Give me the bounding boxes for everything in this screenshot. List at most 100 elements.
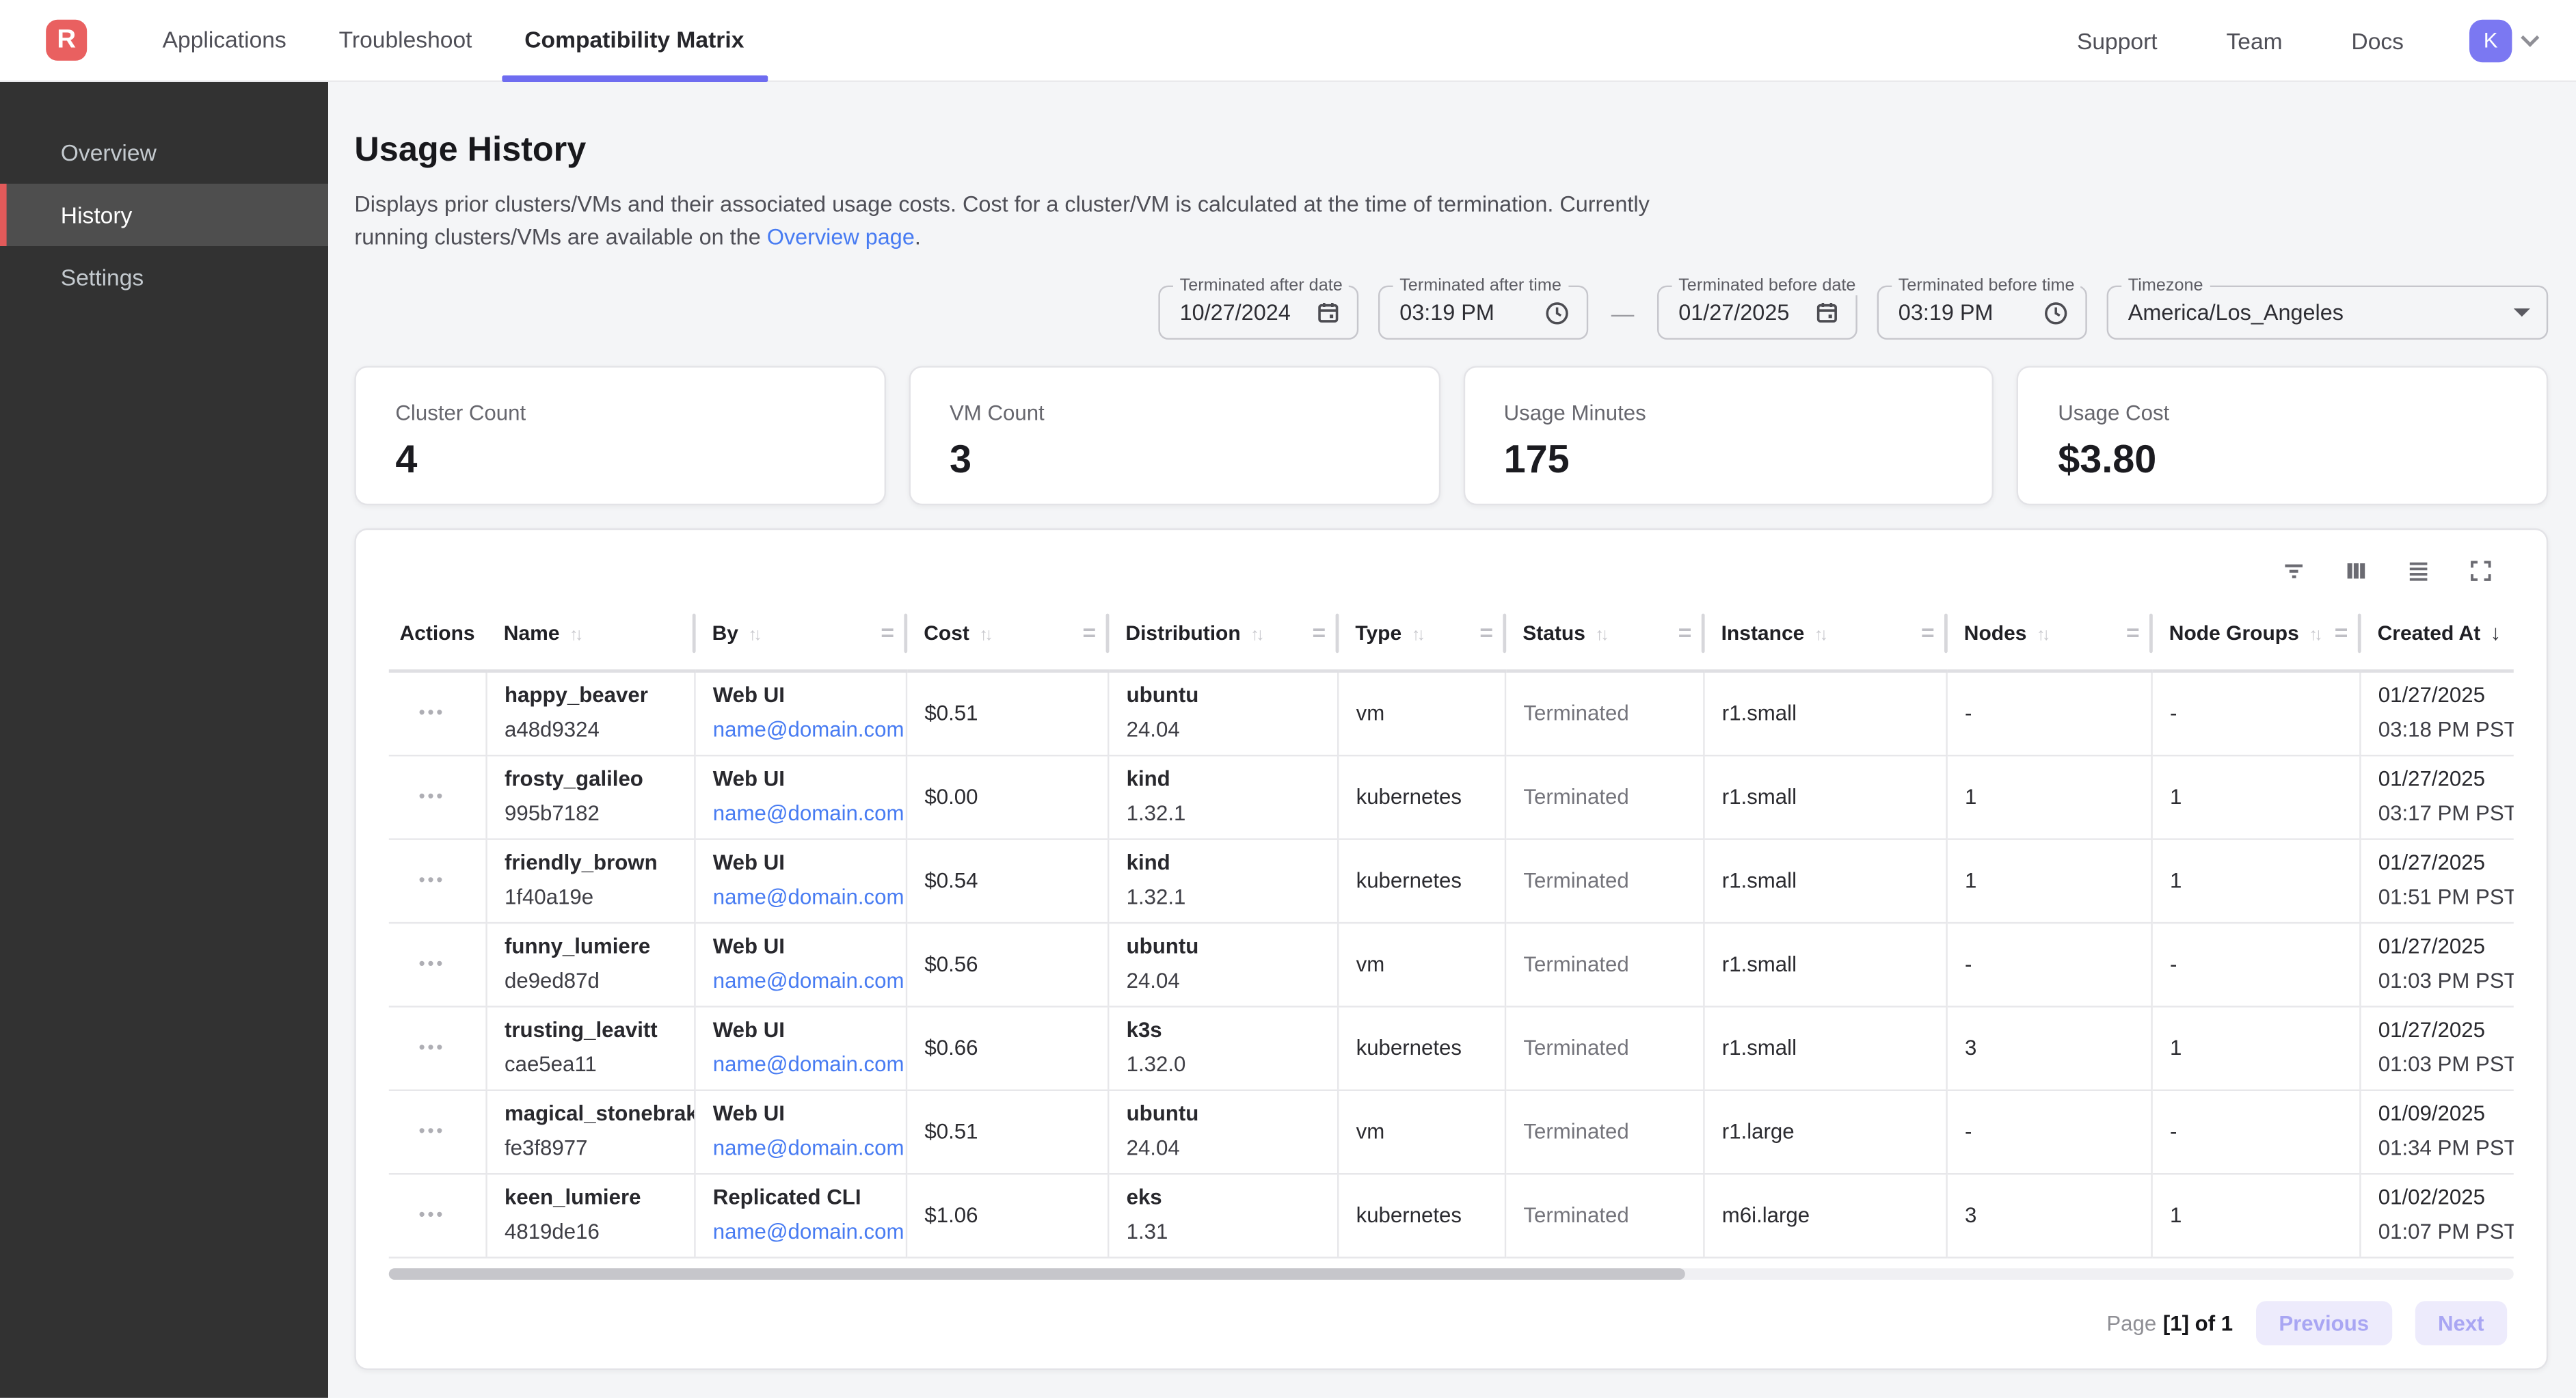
- distribution-version: 1.31: [1127, 1219, 1327, 1245]
- column-resize-handle[interactable]: =: [1083, 618, 1097, 644]
- usage-table-card: ActionsName↑↓By↑↓=Cost↑↓=Distribution↑↓=…: [354, 528, 2548, 1369]
- previous-page-button[interactable]: Previous: [2256, 1300, 2392, 1345]
- column-resize-handle[interactable]: =: [1313, 618, 1326, 644]
- cell-status: Terminated: [1505, 922, 1703, 1006]
- cell-by: Web UI name@domain.com: [694, 922, 906, 1006]
- cluster-name: funny_lumiere: [505, 934, 684, 960]
- cell-instance: r1.small: [1703, 838, 1946, 922]
- column-header-status[interactable]: Status↑↓=: [1505, 595, 1703, 671]
- terminated-after-date-input[interactable]: Terminated after date 10/27/2024: [1158, 286, 1358, 340]
- app-window: R Applications Troubleshoot Compatibilit…: [0, 0, 2576, 1398]
- nav-link-team[interactable]: Team: [2216, 27, 2292, 53]
- next-page-button[interactable]: Next: [2415, 1300, 2507, 1345]
- cost-value: $1.06: [924, 1202, 1097, 1227]
- column-resize-handle[interactable]: =: [2335, 618, 2348, 644]
- terminated-before-time-input[interactable]: Terminated before time 03:19 PM: [1877, 286, 2087, 340]
- created-by-source: Web UI: [713, 934, 895, 960]
- cell-name: happy_beavera48d9324: [485, 671, 694, 755]
- created-by-email-link[interactable]: name@domain.com: [713, 801, 895, 826]
- cell-node_groups: 1: [2151, 755, 2359, 838]
- created-by-source: Web UI: [713, 1017, 895, 1043]
- created-by-email-link[interactable]: name@domain.com: [713, 885, 895, 911]
- terminated-before-date-input[interactable]: Terminated before date 01/27/2025: [1657, 286, 1857, 340]
- nav-link-support[interactable]: Support: [2067, 27, 2168, 53]
- sort-icon[interactable]: ↑↓: [979, 624, 990, 644]
- instance-value: r1.large: [1722, 1119, 1935, 1144]
- sidebar-item-history[interactable]: History: [0, 184, 328, 246]
- app-logo[interactable]: R: [46, 20, 87, 61]
- column-header-nodes[interactable]: Nodes↑↓=: [1946, 595, 2151, 671]
- columns-icon[interactable]: [2343, 558, 2369, 584]
- table-row: •••happy_beavera48d9324Web UIname@domain…: [389, 671, 2514, 755]
- nav-link-docs[interactable]: Docs: [2342, 27, 2413, 53]
- column-header-by[interactable]: By↑↓=: [694, 595, 906, 671]
- timezone-select[interactable]: Timezone America/Los_Angeles: [2107, 286, 2549, 340]
- cell-created_at: 01/27/202503:18 PM PST: [2359, 671, 2514, 755]
- cluster-id: fe3f8977: [505, 1135, 684, 1161]
- sort-icon[interactable]: ↑↓: [1814, 624, 1825, 644]
- column-resize-handle[interactable]: =: [1479, 618, 1493, 644]
- sort-icon[interactable]: ↑↓: [1412, 624, 1423, 644]
- calendar-icon[interactable]: [1814, 300, 1839, 325]
- avatar[interactable]: K: [2469, 19, 2512, 62]
- column-header-name[interactable]: Name↑↓: [485, 595, 694, 671]
- cell-status: Terminated: [1505, 755, 1703, 838]
- sort-descending-icon[interactable]: ↓: [2491, 620, 2501, 645]
- created-time: 01:03 PM PST: [2378, 968, 2504, 994]
- sort-icon[interactable]: ↑↓: [748, 624, 759, 644]
- column-header-instance[interactable]: Instance↑↓=: [1703, 595, 1946, 671]
- created-time: 01:07 PM PST: [2378, 1219, 2504, 1245]
- filter-bar: Terminated after date 10/27/2024 Termina…: [354, 286, 2548, 340]
- tab-troubleshoot[interactable]: Troubleshoot: [312, 0, 498, 81]
- account-menu[interactable]: K: [2469, 19, 2536, 62]
- stat-label: Usage Minutes: [1504, 401, 1953, 425]
- row-actions-button[interactable]: •••: [389, 1121, 475, 1141]
- tab-applications[interactable]: Applications: [136, 0, 312, 81]
- row-actions-button[interactable]: •••: [389, 703, 475, 723]
- column-header-node_groups[interactable]: Node Groups↑↓=: [2151, 595, 2359, 671]
- cell-cost: $0.56: [906, 922, 1108, 1006]
- column-header-type[interactable]: Type↑↓=: [1337, 595, 1505, 671]
- column-header-created_at[interactable]: Created At↓: [2359, 595, 2514, 671]
- sort-icon[interactable]: ↑↓: [2037, 624, 2048, 644]
- sort-icon[interactable]: ↑↓: [1250, 624, 1261, 644]
- column-header-distribution[interactable]: Distribution↑↓=: [1108, 595, 1337, 671]
- column-resize-handle[interactable]: =: [881, 618, 894, 644]
- created-time: 03:18 PM PST: [2378, 717, 2504, 743]
- sidebar-item-settings[interactable]: Settings: [0, 246, 328, 308]
- sort-icon[interactable]: ↑↓: [1595, 624, 1606, 644]
- row-actions-button[interactable]: •••: [389, 870, 475, 890]
- column-label: Cost: [924, 621, 969, 644]
- type-value: kubernetes: [1356, 784, 1494, 809]
- column-header-cost[interactable]: Cost ↑↓ =: [906, 595, 1108, 671]
- horizontal-scrollbar-track[interactable]: [389, 1267, 2514, 1279]
- cluster-name: frosty_galileo: [505, 766, 684, 792]
- row-actions-button[interactable]: •••: [389, 1038, 475, 1058]
- cell-instance: m6i.large: [1703, 1173, 1946, 1256]
- created-by-email-link[interactable]: name@domain.com: [713, 1219, 895, 1245]
- created-by-email-link[interactable]: name@domain.com: [713, 968, 895, 994]
- row-actions-button[interactable]: •••: [389, 954, 475, 974]
- column-resize-handle[interactable]: =: [2126, 618, 2140, 644]
- sidebar-item-overview[interactable]: Overview: [0, 122, 328, 184]
- terminated-after-time-input[interactable]: Terminated after time 03:19 PM: [1378, 286, 1588, 340]
- created-by-email-link[interactable]: name@domain.com: [713, 717, 895, 743]
- calendar-icon[interactable]: [1316, 300, 1341, 325]
- density-icon[interactable]: [2405, 558, 2431, 584]
- clock-icon[interactable]: [1544, 299, 1570, 325]
- column-resize-handle[interactable]: =: [1678, 618, 1692, 644]
- overview-page-link[interactable]: Overview page: [767, 225, 915, 250]
- clock-icon[interactable]: [2043, 299, 2069, 325]
- fullscreen-icon[interactable]: [2468, 558, 2494, 584]
- row-actions-button[interactable]: •••: [389, 1205, 475, 1225]
- row-actions-button[interactable]: •••: [389, 787, 475, 807]
- horizontal-scrollbar-thumb[interactable]: [389, 1267, 1685, 1279]
- tab-compatibility-matrix[interactable]: Compatibility Matrix: [498, 0, 770, 81]
- created-by-email-link[interactable]: name@domain.com: [713, 1135, 895, 1161]
- created-by-email-link[interactable]: name@domain.com: [713, 1051, 895, 1077]
- column-resize-handle[interactable]: =: [1921, 618, 1935, 644]
- filter-icon[interactable]: [2281, 558, 2307, 584]
- sort-icon[interactable]: ↑↓: [569, 624, 580, 644]
- cell-by: Web UIname@domain.com: [694, 755, 906, 838]
- sort-icon[interactable]: ↑↓: [2309, 624, 2320, 644]
